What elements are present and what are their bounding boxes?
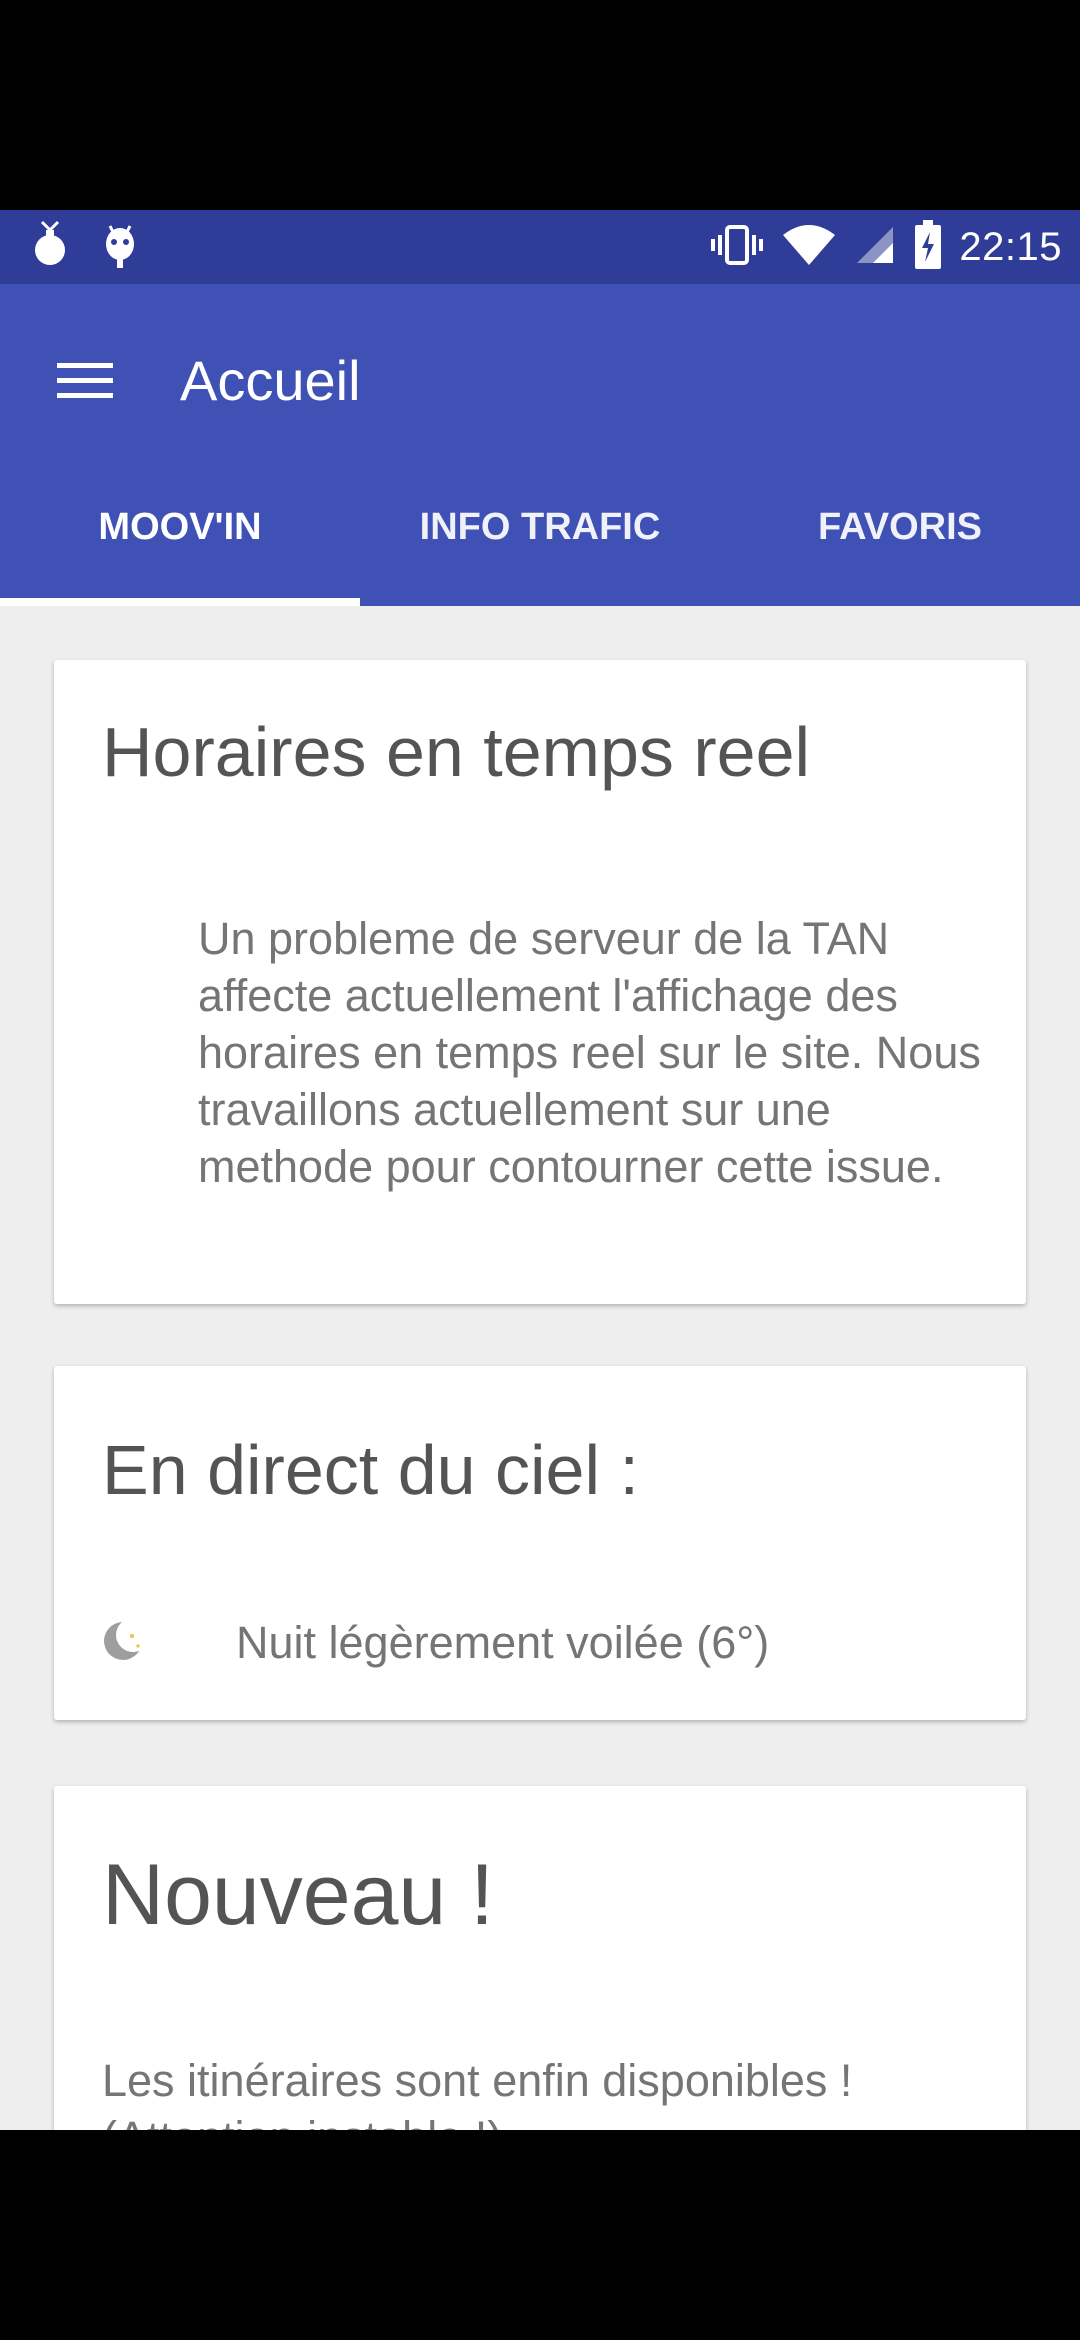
page-title: Accueil — [180, 349, 361, 412]
main-content[interactable]: Horaires en temps reel Un probleme de se… — [0, 606, 1080, 2130]
tab-moovin[interactable]: MOOV'IN — [0, 448, 360, 606]
card-title: Horaires en temps reel — [102, 713, 811, 791]
tab-label: FAVORIS — [818, 505, 982, 548]
weather-text: Nuit légèrement voilée (6°) — [236, 1617, 770, 1668]
battery-charging-icon — [913, 219, 943, 275]
realtime-card: Horaires en temps reel Un probleme de se… — [54, 660, 1026, 1304]
vibrate-icon — [709, 223, 765, 272]
moon-icon — [102, 1617, 150, 1667]
wifi-icon — [781, 223, 837, 272]
tab-label: MOOV'IN — [98, 505, 262, 548]
sky-card: En direct du ciel : Nuit légèrement voil… — [54, 1366, 1026, 1720]
status-left-icons — [30, 220, 140, 275]
card-title: En direct du ciel : — [102, 1431, 639, 1509]
status-time: 22:15 — [959, 224, 1062, 269]
android-debug-icon — [100, 220, 140, 275]
selected-tab-indicator — [0, 598, 360, 606]
news-card: Nouveau ! Les itinéraires sont enfin dis… — [54, 1786, 1026, 2130]
card-body: Les itinéraires sont enfin disponibles !… — [102, 2055, 853, 2130]
phone-screen: 22:15 Accueil MOOV'IN INFO TRAFIC FAVORI… — [0, 0, 1080, 2340]
status-right-icons: 22:15 — [709, 210, 1062, 284]
bomb-icon — [30, 220, 70, 275]
app-bar: Accueil MOOV'IN INFO TRAFIC FAVORIS — [0, 284, 1080, 606]
tab-info-trafic[interactable]: INFO TRAFIC — [360, 448, 720, 606]
hamburger-menu-icon[interactable] — [40, 336, 130, 426]
weather-row: Nuit légèrement voilée (6°) — [102, 1608, 769, 1678]
tab-favoris[interactable]: FAVORIS — [720, 448, 1080, 606]
navigation-bar — [0, 2130, 1080, 2340]
tab-bar: MOOV'IN INFO TRAFIC FAVORIS — [0, 448, 1080, 606]
tab-label: INFO TRAFIC — [419, 505, 661, 548]
card-body: Un probleme de serveur de la TAN affecte… — [198, 913, 981, 1192]
status-bar: 22:15 — [0, 210, 1080, 284]
card-title: Nouveau ! — [102, 1847, 495, 1943]
cell-signal-icon — [853, 223, 897, 272]
